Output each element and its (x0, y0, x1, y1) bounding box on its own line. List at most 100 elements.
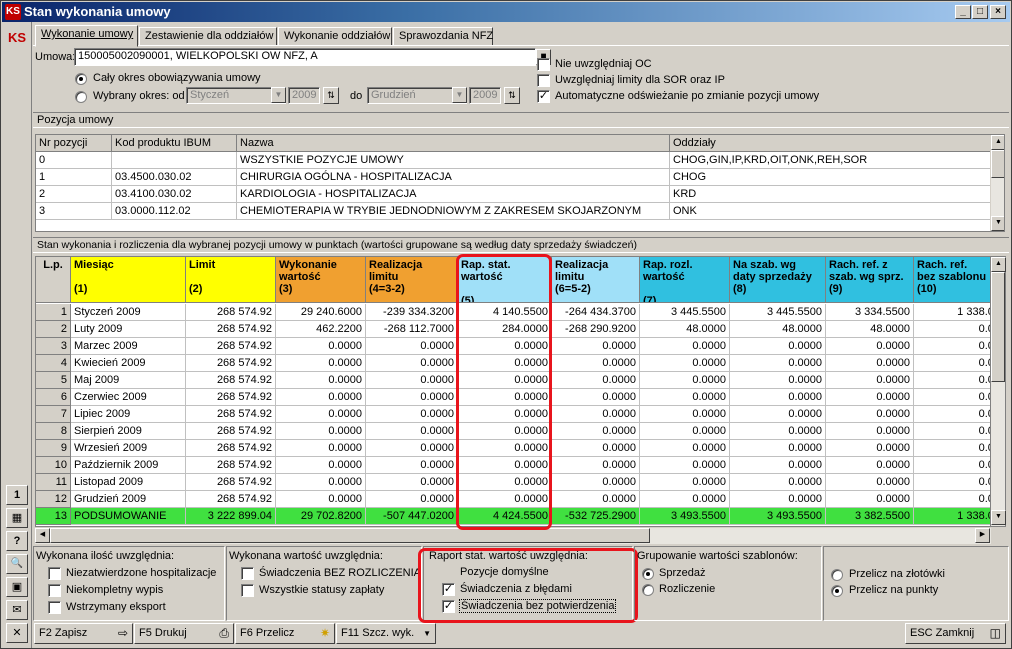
summary-cell[interactable]: 1 338.00 (914, 508, 990, 525)
scroll-thumb[interactable] (50, 528, 650, 543)
option-no-oc-checkbox[interactable] (537, 58, 550, 71)
grid-cell[interactable]: 0.0000 (458, 440, 552, 457)
grid-cell[interactable]: 0.0000 (552, 406, 640, 423)
grid-cell[interactable]: 0.0000 (276, 423, 366, 440)
grid-cell[interactable]: 0.0000 (730, 389, 826, 406)
grid-cell[interactable]: 0.0000 (640, 338, 730, 355)
grid-cell[interactable]: 0.0000 (366, 457, 458, 474)
grid-cell[interactable]: 0.0000 (826, 355, 914, 372)
grid-cell[interactable]: Styczeń 2009 (71, 304, 186, 321)
summary-cell[interactable]: PODSUMOWANIE (71, 508, 186, 525)
grid-col-header-1[interactable]: Miesiąc (1) (71, 257, 186, 303)
convert-points-radio[interactable] (831, 585, 843, 597)
grid-cell[interactable]: 0.0000 (640, 389, 730, 406)
summary-cell[interactable]: -532 725.2900 (552, 508, 640, 525)
grouping-sale-radio[interactable] (642, 568, 654, 580)
grid-cell[interactable]: Sierpień 2009 (71, 423, 186, 440)
table-row[interactable]: 2 03.4100.030.02 KARDIOLOGIA - HOSPITALIZA… (36, 186, 991, 203)
grid-cell[interactable]: 0.0000 (552, 389, 640, 406)
grid-cell[interactable]: 48.0000 (640, 321, 730, 338)
table-row[interactable]: 1 03.4500.030.02 CHIRURGIA OGÓLNA - HOSPIT… (36, 169, 991, 186)
summary-cell[interactable]: 3 222 899.04 (186, 508, 276, 525)
grouping-settlement-radio[interactable] (642, 584, 654, 596)
grid-cell[interactable]: Maj 2009 (71, 372, 186, 389)
summary-cell[interactable]: 4 424.5500 (458, 508, 552, 525)
grid-col-header-2[interactable]: Limit (2) (186, 257, 276, 303)
grid-cell[interactable]: 0.0000 (458, 372, 552, 389)
close-button[interactable]: × (990, 5, 1006, 19)
close-window-button[interactable]: ESC Zamknij ◫ (905, 623, 1006, 644)
grid-cell[interactable]: 0.0000 (826, 457, 914, 474)
grid-cell[interactable]: 284.0000 (458, 321, 552, 338)
grid-cell[interactable]: 0.00 (914, 321, 990, 338)
to-year-spinner[interactable]: ⇅ (504, 87, 520, 104)
period-selected-radio[interactable] (75, 91, 87, 103)
grid-cell[interactable]: 0.0000 (826, 338, 914, 355)
grid-col-header-7[interactable]: Rap. rozl. wartość (7) (640, 257, 730, 303)
grid-cell[interactable]: 0.0000 (730, 423, 826, 440)
grid-cell[interactable]: 0.0000 (552, 338, 640, 355)
grid-cell[interactable]: 0.0000 (826, 491, 914, 508)
grid-cell[interactable]: 0.0000 (366, 440, 458, 457)
grid-cell[interactable]: 0.00 (914, 338, 990, 355)
print-button[interactable]: F5 Drukuj ⎙ (134, 623, 234, 644)
grid-cell[interactable]: 0.0000 (826, 389, 914, 406)
grid-cell[interactable]: 268 574.92 (186, 491, 276, 508)
grid-cell[interactable]: 0.0000 (366, 372, 458, 389)
scroll-up-icon[interactable]: ▲ (991, 257, 1006, 272)
grid-cell[interactable]: Marzec 2009 (71, 338, 186, 355)
grid-vscrollbar[interactable]: ▲ ▼ (990, 256, 1006, 527)
grid-cell[interactable]: 0.0000 (366, 474, 458, 491)
summary-cell[interactable]: 29 702.8200 (276, 508, 366, 525)
grid-cell[interactable]: 0.0000 (366, 389, 458, 406)
from-year-field[interactable]: 2009 (288, 87, 320, 104)
with-errors-checkbox[interactable]: ✓ (442, 583, 455, 596)
calendar-icon[interactable]: 1 (6, 485, 28, 505)
grid-cell[interactable]: -268 290.9200 (552, 321, 640, 338)
search-icon[interactable]: 🔍 (6, 554, 28, 574)
grid-cell[interactable]: 0.0000 (826, 474, 914, 491)
scroll-down-icon[interactable]: ▼ (991, 510, 1006, 525)
grid-cell[interactable]: 268 574.92 (186, 457, 276, 474)
scroll-thumb[interactable] (991, 272, 1005, 382)
grid-cell[interactable]: -239 334.3200 (366, 304, 458, 321)
option-auto-refresh-checkbox[interactable]: ✓ (537, 90, 550, 103)
maximize-button[interactable]: □ (972, 5, 988, 19)
grid-cell[interactable]: 0.0000 (730, 474, 826, 491)
save-button[interactable]: F2 Zapisz ⇨ (34, 623, 133, 644)
grid-cell[interactable]: 0.0000 (458, 406, 552, 423)
grid-cell[interactable]: Wrzesień 2009 (71, 440, 186, 457)
grid-cell[interactable]: 0.0000 (276, 389, 366, 406)
scroll-thumb[interactable] (991, 150, 1004, 178)
positions-scrollbar[interactable]: ▲ ▼ (990, 135, 1004, 231)
grid-cell[interactable]: 268 574.92 (186, 423, 276, 440)
col-header-nr[interactable]: Nr pozycji (36, 135, 112, 152)
grid-cell[interactable]: Czerwiec 2009 (71, 389, 186, 406)
grid-cell[interactable]: 0.0000 (640, 491, 730, 508)
grid-cell[interactable]: 3 445.5500 (640, 304, 730, 321)
grid-cell[interactable]: 0.0000 (366, 423, 458, 440)
grid-cell[interactable]: 0.0000 (640, 474, 730, 491)
grid-cell[interactable]: 0.0000 (276, 406, 366, 423)
grid-cell[interactable]: 0.0000 (730, 406, 826, 423)
grid-cell[interactable]: 0.0000 (458, 423, 552, 440)
incomplete-discharge-checkbox[interactable] (48, 584, 61, 597)
grid-cell[interactable]: 29 240.6000 (276, 304, 366, 321)
grid-cell[interactable]: 0.0000 (458, 389, 552, 406)
grid-cell[interactable]: 0.0000 (276, 440, 366, 457)
grid-col-header-3[interactable]: Wykonanie wartość (3) (276, 257, 366, 303)
grid-cell[interactable]: 0.0000 (730, 491, 826, 508)
grid-hscrollbar[interactable]: ◀ ▶ (35, 528, 991, 544)
summary-cell[interactable]: 3 382.5500 (826, 508, 914, 525)
grid-cell[interactable]: 0.0000 (458, 338, 552, 355)
grid-cell[interactable]: 0.0000 (826, 372, 914, 389)
grid-cell[interactable]: 0.0000 (640, 406, 730, 423)
period-whole-radio[interactable] (75, 73, 87, 85)
contract-field[interactable]: 150005002090001, WIELKOPOLSKI OW NFZ, A (74, 48, 536, 66)
grid-cell[interactable]: 0.0000 (730, 457, 826, 474)
from-year-spinner[interactable]: ⇅ (323, 87, 339, 104)
mail-icon[interactable]: ✉ (6, 600, 28, 620)
grid-col-header-9[interactable]: Rach. ref. z szab. wg sprz. (9) (826, 257, 914, 303)
grid-cell[interactable]: 0.0000 (640, 457, 730, 474)
grid-cell[interactable]: 268 574.92 (186, 355, 276, 372)
